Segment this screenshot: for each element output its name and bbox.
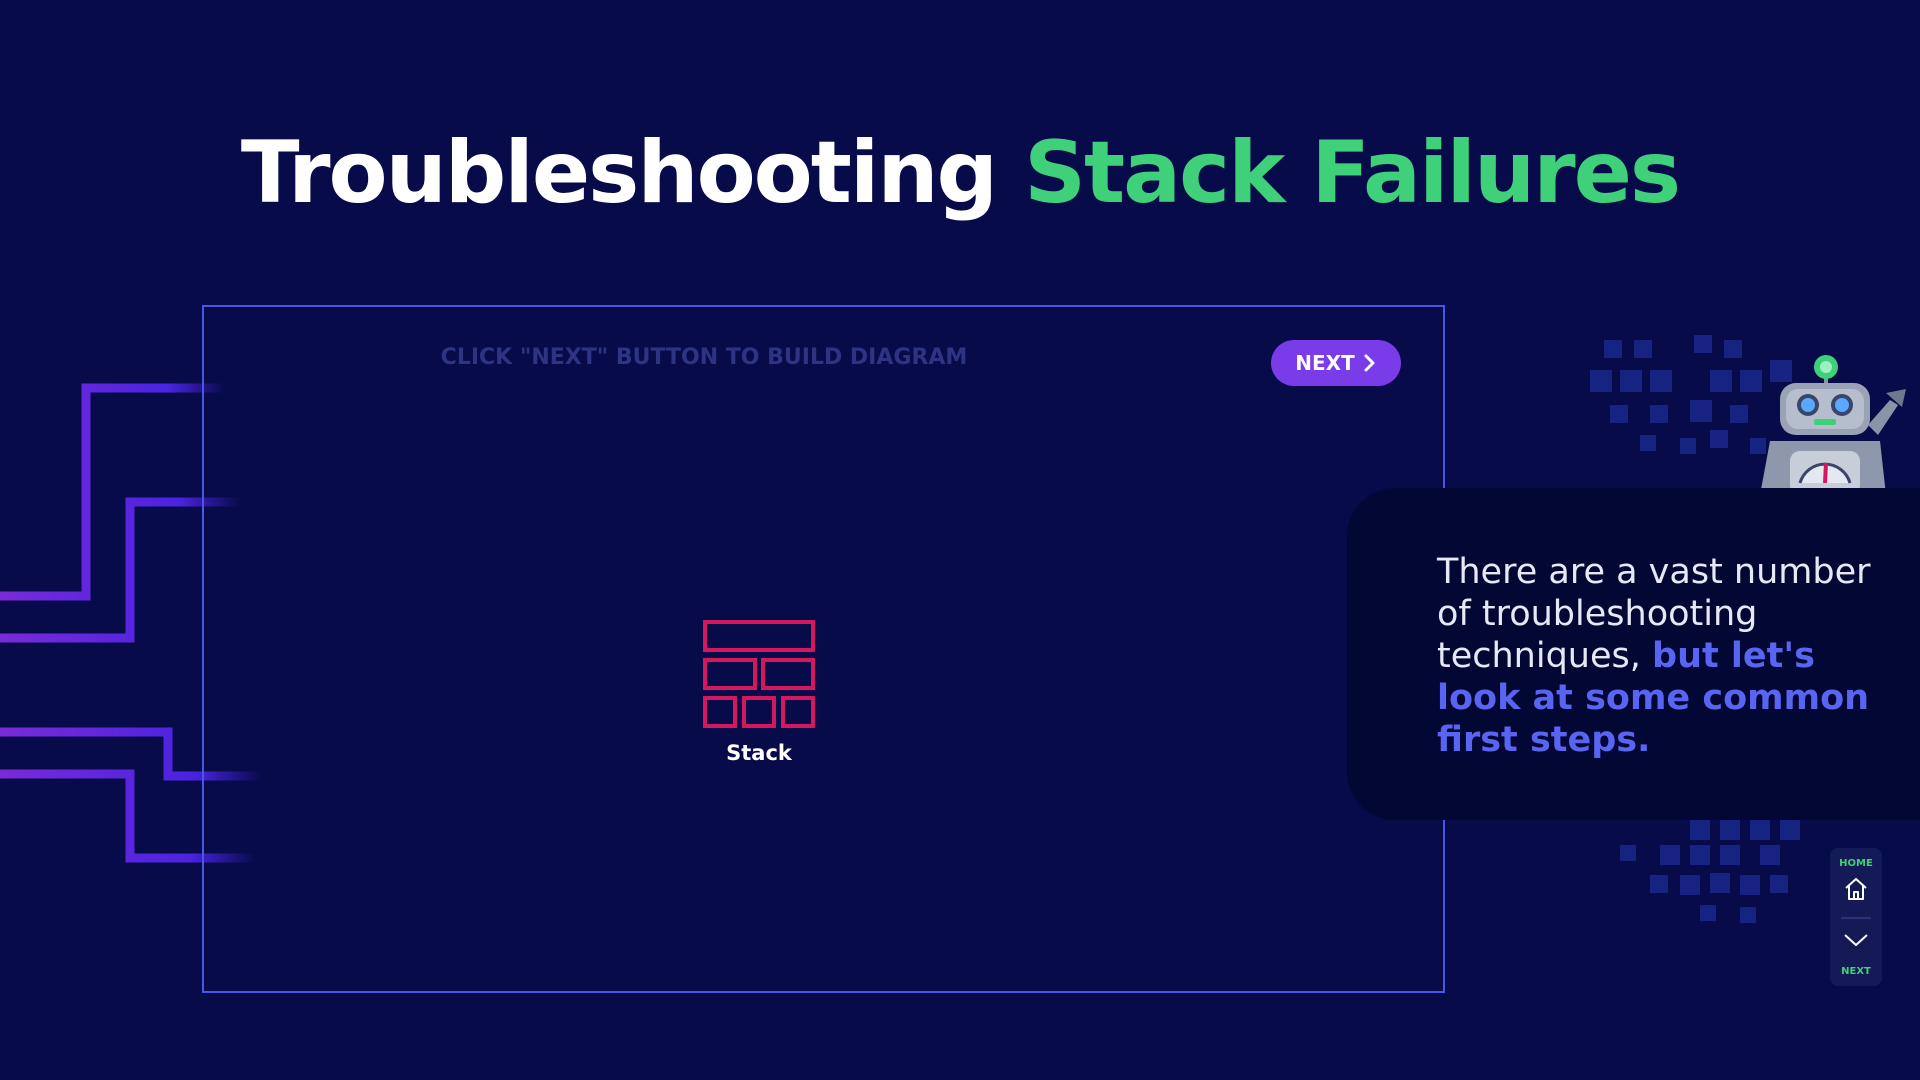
next-button[interactable]: NEXT (1271, 340, 1401, 386)
stack-bricks-icon (703, 620, 815, 728)
stack-node-label: Stack (726, 741, 792, 765)
chevron-right-icon (1364, 354, 1375, 372)
home-icon[interactable] (1843, 876, 1869, 902)
stack-node[interactable]: Stack (694, 619, 824, 765)
robot-mascot-icon (1760, 355, 1906, 495)
slide: Troubleshooting Stack Failures CLICK "NE… (0, 0, 1920, 1080)
nav-divider (1841, 917, 1871, 919)
diagram-frame: CLICK "NEXT" BUTTON TO BUILD DIAGRAM NEX… (202, 305, 1445, 993)
nav-next-label[interactable]: NEXT (1830, 966, 1882, 977)
diagram-hint: CLICK "NEXT" BUTTON TO BUILD DIAGRAM (440, 345, 968, 370)
chevron-down-icon[interactable] (1843, 932, 1869, 950)
narration-panel: There are a vast number of troubleshooti… (1347, 488, 1920, 820)
title-accent: Stack Failures (1024, 123, 1681, 223)
next-button-label: NEXT (1295, 351, 1355, 375)
title-main: Troubleshooting (240, 123, 998, 223)
nav-home-label[interactable]: HOME (1830, 858, 1882, 869)
slide-nav: HOME NEXT (1830, 848, 1882, 986)
pixel-decoration-bottom (1620, 820, 1800, 923)
narration-text: There are a vast number of troubleshooti… (1437, 551, 1877, 761)
page-title: Troubleshooting Stack Failures (0, 130, 1920, 216)
